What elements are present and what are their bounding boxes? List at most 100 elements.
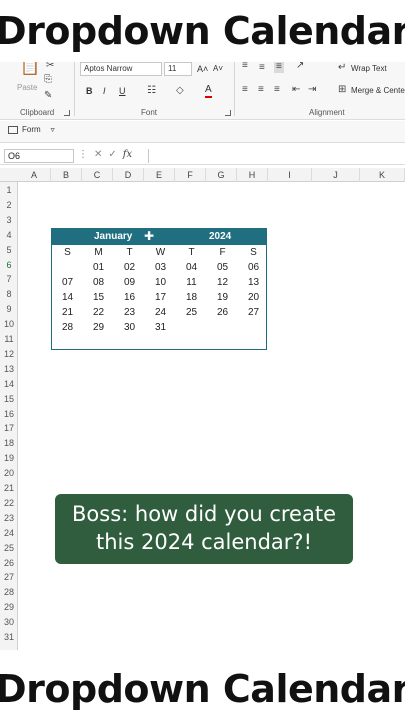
align-right-icon[interactable]: ≡ bbox=[274, 84, 280, 96]
paste-icon[interactable]: 📋 bbox=[20, 60, 40, 76]
paste-label[interactable]: Paste bbox=[17, 82, 37, 94]
format-painter-icon[interactable]: ✎ bbox=[44, 90, 52, 102]
row-header-21[interactable]: 21 bbox=[0, 481, 18, 496]
borders-icon[interactable]: ☷ bbox=[147, 85, 156, 97]
formula-input[interactable] bbox=[148, 149, 405, 163]
row-header-20[interactable]: 20 bbox=[0, 466, 18, 481]
calendar-day: 22 bbox=[92, 306, 105, 318]
copy-icon[interactable]: ⎘ bbox=[44, 74, 52, 86]
row-header-13[interactable]: 13 bbox=[0, 362, 18, 377]
font-launcher-icon[interactable] bbox=[225, 110, 231, 116]
italic-button[interactable]: I bbox=[103, 85, 106, 97]
weekday-label: T bbox=[126, 247, 133, 258]
column-header-c[interactable]: C bbox=[82, 168, 113, 182]
column-header-k[interactable]: K bbox=[360, 168, 405, 182]
row-header-3[interactable]: 3 bbox=[0, 213, 18, 228]
calendar-day: 30 bbox=[123, 321, 136, 333]
column-header-a[interactable]: A bbox=[18, 168, 51, 182]
row-header-6[interactable]: 6 bbox=[0, 258, 18, 273]
shrink-font-button[interactable]: A˅ bbox=[213, 63, 223, 75]
merge-center-button[interactable]: Merge & Center bbox=[351, 85, 405, 97]
row-header-15[interactable]: 15 bbox=[0, 392, 18, 407]
merge-center-icon[interactable]: ⊞ bbox=[338, 84, 346, 96]
increase-indent-icon[interactable]: ⇥ bbox=[308, 84, 316, 96]
more-icon[interactable]: ⋮ bbox=[78, 149, 88, 160]
column-header-i[interactable]: I bbox=[268, 168, 312, 182]
customize-toolbar-icon[interactable]: ▿ bbox=[51, 125, 55, 134]
calendar-day: 14 bbox=[61, 291, 74, 303]
column-header-b[interactable]: B bbox=[51, 168, 82, 182]
align-center-icon[interactable]: ≡ bbox=[258, 84, 264, 96]
calendar-day: 09 bbox=[123, 276, 136, 288]
wrap-text-icon[interactable]: ↵ bbox=[338, 62, 346, 74]
row-header-23[interactable]: 23 bbox=[0, 511, 18, 526]
caption-line-2: this 2024 calendar?! bbox=[96, 530, 312, 554]
grow-font-button[interactable]: A˄ bbox=[197, 63, 208, 75]
row-header-19[interactable]: 19 bbox=[0, 451, 18, 466]
row-header-5[interactable]: 5 bbox=[0, 243, 18, 258]
underline-button[interactable]: U bbox=[119, 85, 126, 97]
row-header-24[interactable]: 24 bbox=[0, 526, 18, 541]
row-header-17[interactable]: 17 bbox=[0, 421, 18, 436]
column-header-g[interactable]: G bbox=[206, 168, 237, 182]
insert-function-button[interactable]: fx bbox=[123, 149, 132, 160]
wrap-text-button[interactable]: Wrap Text bbox=[351, 63, 387, 75]
calendar-day: 10 bbox=[154, 276, 167, 288]
row-header-16[interactable]: 16 bbox=[0, 407, 18, 422]
row-header-4[interactable]: 4 bbox=[0, 228, 18, 243]
column-header-j[interactable]: J bbox=[312, 168, 360, 182]
fill-color-icon[interactable]: ◇ bbox=[176, 85, 184, 97]
row-header-11[interactable]: 11 bbox=[0, 332, 18, 347]
alignment-group-label: Alignment bbox=[309, 108, 345, 117]
calendar-day: 26 bbox=[216, 306, 229, 318]
row-header-12[interactable]: 12 bbox=[0, 347, 18, 362]
calendar-day: 16 bbox=[123, 291, 136, 303]
font-group-label: Font bbox=[141, 108, 158, 117]
row-header-31[interactable]: 31 bbox=[0, 630, 18, 645]
bold-button[interactable]: B bbox=[86, 85, 93, 97]
row-header-9[interactable]: 9 bbox=[0, 302, 18, 317]
calendar-day: 06 bbox=[247, 261, 260, 273]
row-header-22[interactable]: 22 bbox=[0, 496, 18, 511]
font-name-dropdown[interactable]: Aptos Narrow bbox=[80, 62, 162, 76]
calendar-day: 28 bbox=[61, 321, 74, 333]
align-left-icon[interactable]: ≡ bbox=[242, 84, 248, 96]
row-header-8[interactable]: 8 bbox=[0, 287, 18, 302]
row-header-27[interactable]: 27 bbox=[0, 570, 18, 585]
month-dropdown[interactable]: January bbox=[94, 231, 132, 242]
font-size-dropdown[interactable]: 11 bbox=[164, 62, 192, 76]
form-button[interactable]: Form ▿ bbox=[8, 125, 55, 134]
cancel-icon[interactable]: ✕ bbox=[94, 149, 102, 160]
column-header-e[interactable]: E bbox=[144, 168, 175, 182]
row-header-30[interactable]: 30 bbox=[0, 615, 18, 630]
clipboard-launcher-icon[interactable] bbox=[64, 110, 70, 116]
column-header-d[interactable]: D bbox=[113, 168, 144, 182]
column-header-f[interactable]: F bbox=[175, 168, 206, 182]
row-header-7[interactable]: 7 bbox=[0, 272, 18, 287]
row-header-2[interactable]: 2 bbox=[0, 198, 18, 213]
row-header-10[interactable]: 10 bbox=[0, 317, 18, 332]
row-header-1[interactable]: 1 bbox=[0, 183, 18, 198]
name-box[interactable]: O6 bbox=[4, 149, 74, 163]
row-header-26[interactable]: 26 bbox=[0, 556, 18, 571]
calendar-day: 02 bbox=[123, 261, 136, 273]
align-middle-icon[interactable]: ≡ bbox=[259, 62, 265, 74]
dropdown-calendar: January ✚ 2024 S M T W T F S 01 02 03 04 05 06 07 08 09… bbox=[51, 228, 267, 350]
row-header-28[interactable]: 28 bbox=[0, 585, 18, 600]
ribbon-home: 📋 Paste ✂ ⎘ ✎ Clipboard Aptos Narrow 11 … bbox=[0, 58, 405, 120]
row-header-18[interactable]: 18 bbox=[0, 436, 18, 451]
enter-icon[interactable]: ✓ bbox=[108, 149, 116, 160]
calendar-empty-cell bbox=[207, 320, 238, 335]
font-color-button[interactable]: A bbox=[205, 84, 212, 98]
year-dropdown[interactable]: 2024 bbox=[209, 231, 231, 242]
row-headers: 1 2 3 4 5 6 7 8 9 10 11 12 13 14 15 16 17 18 19 20 21 22 23 24 2… bbox=[0, 182, 18, 650]
row-header-25[interactable]: 25 bbox=[0, 541, 18, 556]
column-header-h[interactable]: H bbox=[237, 168, 268, 182]
align-bottom-icon[interactable]: ≡ bbox=[274, 61, 284, 73]
decrease-indent-icon[interactable]: ⇤ bbox=[292, 84, 300, 96]
quick-toolbar: Form ▿ bbox=[0, 121, 405, 143]
calendar-day: 05 bbox=[216, 261, 229, 273]
row-header-29[interactable]: 29 bbox=[0, 600, 18, 615]
row-header-14[interactable]: 14 bbox=[0, 377, 18, 392]
weekday-label: T bbox=[188, 247, 195, 258]
